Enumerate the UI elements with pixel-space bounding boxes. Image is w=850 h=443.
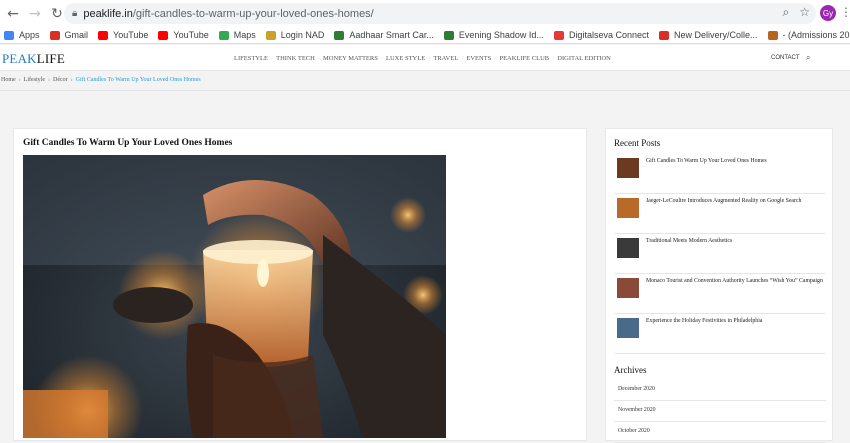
recent-post-item[interactable]: Traditional Meets Modern Aesthetics [614, 234, 826, 274]
recent-post-item[interactable]: Monaco Tourist and Convention Authority … [614, 274, 826, 314]
nav-item[interactable]: MONEY MATTERS [323, 55, 378, 62]
post-thumbnail[interactable] [617, 158, 639, 178]
archive-link[interactable]: December 2020 [614, 380, 826, 401]
chevron-right-icon: › [70, 77, 73, 83]
bookmark-label: Aadhaar Smart Car... [349, 30, 434, 40]
url-text: peaklife.in/gift-candles-to-warm-up-your… [83, 7, 374, 20]
bookmark-item[interactable]: New Delivery/Colle... [658, 30, 758, 40]
main-nav: LIFESTYLE · THINK TECH · MONEY MATTERS · LUXE … [234, 55, 611, 62]
breadcrumb-home[interactable]: Home [1, 77, 16, 83]
breadcrumb-lifestyle[interactable]: Lifestyle [24, 77, 45, 83]
recent-post-item[interactable]: Gift Candles To Warm Up Your Loved Ones … [614, 154, 826, 194]
browser-toolbar: ← → ↻ 🔒︎ peaklife.in/gift-candles-to-war… [0, 0, 850, 27]
search-icon[interactable]: ⌕ [806, 53, 810, 63]
nad-icon [265, 30, 276, 40]
nav-separator: · [552, 55, 555, 62]
site-header: PEAKLIFE LIFESTYLE · THINK TECH · MONEY MATT… [0, 45, 850, 71]
aadhaar-icon [334, 30, 345, 40]
divider [0, 90, 850, 91]
post-title-link[interactable]: Experience the Holiday Festivities in Ph… [646, 317, 826, 325]
recent-posts-heading: Recent Posts [614, 138, 661, 148]
youtube-icon [158, 30, 169, 40]
digitalseva-icon [553, 30, 564, 40]
article-title: Gift Candles To Warm Up Your Loved Ones … [23, 138, 233, 148]
chevron-right-icon: › [18, 77, 21, 83]
archive-link[interactable]: November 2020 [614, 401, 826, 422]
nav-separator: · [270, 55, 274, 62]
bookmarks-bar: Apps Gmail YouTube YouTube Maps Login NAD Aadh… [0, 27, 850, 44]
admissions-icon [767, 30, 778, 40]
bookmark-item[interactable]: YouTube [158, 30, 209, 40]
post-thumbnail[interactable] [617, 318, 639, 338]
bookmark-label: Evening Shadow Id... [458, 30, 544, 40]
archives-heading: Archives [614, 365, 647, 375]
apps-grid-icon [4, 30, 14, 40]
nav-item[interactable]: LUXE STYLE [386, 55, 425, 62]
bookmark-star-icon[interactable]: ☆ [799, 5, 810, 20]
archive-link[interactable]: October 2020 [614, 422, 826, 443]
bookmark-item[interactable]: Digitalseva Connect [553, 30, 649, 40]
bookmark-label: New Delivery/Colle... [673, 30, 758, 40]
bookmark-item[interactable]: Apps [4, 30, 40, 40]
contact-link[interactable]: CONTACT [771, 55, 800, 61]
youtube-icon [98, 30, 109, 40]
recent-post-item[interactable]: Experience the Holiday Festivities in Ph… [614, 314, 826, 354]
profile-avatar[interactable]: Gy [820, 5, 836, 21]
post-thumbnail[interactable] [617, 238, 639, 258]
breadcrumb: Home › Lifestyle › Décor › Gift Candles To War… [1, 77, 201, 83]
bookmark-item[interactable]: Gmail [49, 30, 89, 40]
address-bar[interactable]: 🔒︎ peaklife.in/gift-candles-to-warm-up-y… [64, 3, 816, 24]
article-card: Gift Candles To Warm Up Your Loved Ones … [13, 128, 587, 441]
forward-arrow-icon[interactable]: → [26, 5, 44, 23]
chevron-right-icon: › [48, 77, 50, 83]
post-title-link[interactable]: Jaeger-LeCoultre Introduces Augmented Re… [646, 197, 826, 205]
lock-icon: 🔒︎ [72, 8, 78, 19]
nav-separator: · [317, 55, 320, 62]
bookmark-label: Maps [233, 30, 256, 40]
bookmark-item[interactable]: - (Admissions 2020... [767, 30, 850, 40]
recent-post-item[interactable]: Jaeger-LeCoultre Introduces Augmented Re… [614, 194, 826, 234]
nav-separator: · [494, 55, 497, 62]
bookmark-item[interactable]: YouTube [98, 30, 148, 40]
bookmark-label: Login NAD [280, 30, 325, 40]
bookmark-label: YouTube [113, 30, 149, 40]
post-title-link[interactable]: Monaco Tourist and Convention Authority … [646, 277, 826, 285]
nav-separator: · [428, 55, 431, 62]
gmail-icon [49, 30, 60, 40]
evening-shadow-icon [443, 30, 454, 40]
browser-menu-icon[interactable]: ⋮ [840, 5, 850, 19]
bookmark-item[interactable]: Aadhaar Smart Car... [334, 30, 434, 40]
bookmark-item[interactable]: Maps [218, 30, 256, 40]
nav-separator: · [461, 55, 464, 62]
post-title-link[interactable]: Gift Candles To Warm Up Your Loved Ones … [646, 157, 826, 165]
nav-item[interactable]: DIGITAL EDITION [557, 55, 611, 62]
breadcrumb-current: Gift Candles To Warm Up Your Loved Ones … [75, 77, 201, 83]
post-thumbnail[interactable] [617, 278, 639, 298]
back-arrow-icon[interactable]: ← [4, 5, 22, 23]
article-hero-image [23, 155, 446, 438]
nav-separator: · [380, 55, 384, 62]
bookmark-label: - (Admissions 2020... [782, 30, 850, 40]
breadcrumb-decor[interactable]: Décor [53, 77, 68, 83]
zoom-magnifier-icon[interactable]: ⌕ [783, 5, 790, 20]
bookmark-label: Gmail [64, 30, 89, 40]
maps-pin-icon [218, 30, 229, 40]
nav-item[interactable]: TRAVEL [433, 55, 458, 62]
bookmark-label: Apps [19, 30, 40, 40]
post-thumbnail[interactable] [617, 198, 639, 218]
site-logo[interactable]: PEAKLIFE [2, 51, 65, 67]
nav-item[interactable]: PEAKLIFE CLUB [499, 55, 549, 62]
gmail-icon [658, 30, 669, 40]
bookmark-label: YouTube [173, 30, 209, 40]
post-title-link[interactable]: Traditional Meets Modern Aesthetics [646, 237, 826, 245]
nav-item[interactable]: THINK TECH [276, 55, 315, 62]
nav-item[interactable]: EVENTS [466, 55, 491, 62]
bookmark-item[interactable]: Evening Shadow Id... [443, 30, 544, 40]
bookmark-label: Digitalseva Connect [568, 30, 649, 40]
nav-item[interactable]: LIFESTYLE [234, 55, 268, 62]
sidebar: Recent Posts Gift Candles To Warm Up You… [605, 128, 833, 443]
bookmark-item[interactable]: Login NAD [265, 30, 325, 40]
